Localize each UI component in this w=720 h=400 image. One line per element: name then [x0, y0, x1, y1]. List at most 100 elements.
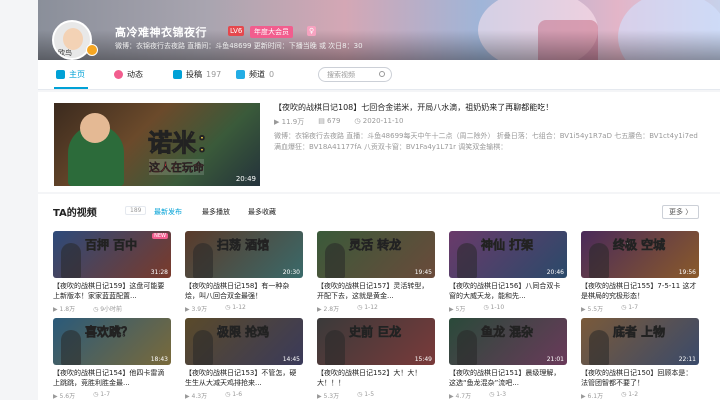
videos-section: TA的视频 189 最新发布 最多播放 最多收藏 更多 〉 百押 百中 NEW 31…: [38, 194, 720, 400]
duration-label: 22:11: [678, 356, 696, 363]
video-title[interactable]: 【夜吹的战棋日记153】不管怎，硬生生从大减天鸡排抢来...: [185, 368, 303, 388]
thumbnail-caption: 神仙 打架: [481, 238, 534, 252]
section-title: TA的视频: [53, 208, 97, 219]
duration-label: 19:45: [414, 269, 432, 276]
video-card[interactable]: 神仙 打架 20:46 【夜吹的战棋日记156】八同合双卡窗的大威天龙，能和先...…: [449, 231, 567, 313]
view-count: ▶ 4.7万: [449, 393, 472, 400]
video-title[interactable]: 【夜吹的战棋日记159】这盘可能要上新版本！家家蓝蓝配置...: [53, 281, 171, 301]
video-title[interactable]: 【夜吹的战棋日记152】大！大！大！！！: [317, 368, 435, 388]
video-card[interactable]: 灵活 转龙 19:45 【夜吹的战棋日记157】灵活转型，开配下去，这就是黄金...…: [317, 231, 435, 313]
view-count: ▶ 5.3万: [317, 393, 340, 400]
avatar-text: 欧鸟: [58, 49, 72, 57]
view-count: ▶ 5.5万: [581, 306, 604, 313]
duration-label: 20:49: [235, 175, 256, 183]
tab-home[interactable]: 主页: [56, 69, 85, 80]
video-title[interactable]: 【夜吹的战棋日记150】回顾本是：法管团智都不要了！: [581, 368, 699, 388]
space-nav: 主页 动态 投稿 197 频道 0 搜索视频: [38, 60, 720, 90]
video-thumbnail[interactable]: 终极 空城 19:56: [581, 231, 699, 278]
publish-date: ◷ 1-7: [93, 391, 111, 398]
video-thumbnail[interactable]: 灵活 转龙 19:45: [317, 231, 435, 278]
publish-date: ◷ 1-10: [483, 304, 505, 311]
publish-date: ◷ 2020-11-10: [354, 117, 404, 125]
video-title[interactable]: 【夜吹的战棋日记155】7-5-11 这才是棋局的究极形态！: [581, 281, 699, 301]
sort-latest[interactable]: 最新发布: [154, 207, 182, 217]
thumbnail-caption: 史前 巨龙: [349, 325, 402, 339]
view-count: ▶ 5.6万: [53, 393, 76, 400]
publish-date: ◷ 1-7: [621, 304, 639, 311]
new-badge: NEW: [152, 233, 168, 239]
video-card[interactable]: 终极 空城 19:56 【夜吹的战棋日记155】7-5-11 这才是棋局的究极形态！…: [581, 231, 699, 313]
video-card[interactable]: 史前 巨龙 15:49 【夜吹的战棋日记152】大！大！大！！！ ▶ 5.3万 ◷ 1-…: [317, 318, 435, 400]
thumbnail-caption: 扫荡 酒馆: [217, 238, 270, 252]
view-count: ▶ 11.9万: [274, 118, 305, 126]
channel-icon: [236, 70, 245, 79]
video-meta: ▶ 5.3万 ◷ 1-5: [317, 391, 374, 400]
video-card[interactable]: 百押 百中 NEW 31:28 【夜吹的战棋日记159】这盘可能要上新版本！家家蓝蓝配…: [53, 231, 171, 313]
video-card[interactable]: 极限 抢鸡 14:45 【夜吹的战棋日记153】不管怎，硬生生从大减天鸡排抢来...…: [185, 318, 303, 400]
level-badge: LV6: [228, 26, 245, 36]
publish-date: ◷ 1-2: [621, 391, 639, 398]
video-meta: ▶ 3.9万 ◷ 1-12: [185, 304, 246, 313]
publish-date: ◷ 9小时前: [93, 306, 123, 313]
video-meta: ▶ 5.5万 ◷ 1-7: [581, 304, 638, 313]
video-title[interactable]: 【夜吹的战棋日记158】有一种杂烩，叫八回合双金最强！: [185, 281, 303, 301]
video-thumbnail[interactable]: 底者 上物 22:11: [581, 318, 699, 365]
duration-label: 20:30: [282, 269, 300, 276]
dynamic-icon: [114, 70, 123, 79]
video-meta: ▶ 4.3万 ◷ 1-6: [185, 391, 242, 400]
video-thumbnail[interactable]: 史前 巨龙 15:49: [317, 318, 435, 365]
duration-label: 15:49: [414, 356, 432, 363]
view-count: ▶ 4.3万: [185, 393, 208, 400]
tab-dynamic[interactable]: 动态: [114, 69, 143, 80]
more-button[interactable]: 更多 〉: [662, 205, 700, 219]
verified-badge-icon: [86, 44, 98, 56]
publish-date: ◷ 1-3: [489, 391, 507, 398]
featured-title[interactable]: 【夜吹的战棋日记108】七回合金诺米，开局八水滴，祖奶奶来了再聊都能吃！: [274, 102, 553, 113]
upload-icon: [173, 70, 182, 79]
video-card[interactable]: 底者 上物 22:11 【夜吹的战棋日记150】回顾本是：法管团智都不要了！ ▶ 6.…: [581, 318, 699, 400]
featured-description: 微博：衣锦夜行去夜路 直播：斗鱼48699每天中午十二点（周二除外） 折叠日落：…: [274, 132, 698, 151]
active-tab-indicator: [54, 87, 88, 89]
thumbnail-caption: 鱼龙 混杂: [481, 325, 534, 339]
thumbnail-caption: 灵活 转龙: [349, 238, 402, 252]
view-count: ▶ 1.8万: [53, 306, 76, 313]
video-title[interactable]: 【夜吹的战棋日记157】灵活转型，开配下去，这就是黄金...: [317, 281, 435, 301]
search-icon[interactable]: [379, 71, 385, 77]
view-count: ▶ 3.9万: [185, 306, 208, 313]
sort-most-favorited[interactable]: 最多收藏: [248, 207, 276, 217]
user-signature: 微博：衣锦夜行去夜路 直播间：斗鱼48699 更新时间：下播当晚 或 次日8：3…: [115, 42, 363, 50]
video-thumbnail[interactable]: 鱼龙 混杂 21:01: [449, 318, 567, 365]
publish-date: ◷ 1-12: [225, 304, 246, 311]
video-title[interactable]: 【夜吹的战棋日记156】八同合双卡窗的大威天龙，能和先...: [449, 281, 567, 301]
search-input[interactable]: 搜索视频: [318, 67, 392, 82]
video-thumbnail[interactable]: 扫荡 酒馆 20:30: [185, 231, 303, 278]
danmaku-count: ▤ 679: [318, 117, 341, 125]
duration-label: 18:43: [150, 356, 168, 363]
view-count: ▶ 2.8万: [317, 306, 340, 313]
publish-date: ◷ 1-5: [357, 391, 375, 398]
home-icon: [56, 70, 65, 79]
avatar[interactable]: 欧鸟: [52, 20, 92, 60]
tab-uploads[interactable]: 投稿 197: [173, 69, 221, 80]
thumbnail-caption: 终极 空城: [613, 238, 666, 252]
thumbnail-caption: 极限 抢鸡: [217, 325, 270, 339]
video-thumbnail[interactable]: 神仙 打架 20:46: [449, 231, 567, 278]
duration-label: 20:46: [546, 269, 564, 276]
video-thumbnail[interactable]: 极限 抢鸡 14:45: [185, 318, 303, 365]
video-thumbnail[interactable]: 百押 百中 NEW 31:28: [53, 231, 171, 278]
video-card[interactable]: 喜欢跳？ 18:43 【夜吹的战棋日记154】他四卡雷滴上跳跳，竞胜利胜金最... ▶…: [53, 318, 171, 400]
sort-most-played[interactable]: 最多播放: [202, 207, 230, 217]
video-card[interactable]: 扫荡 酒馆 20:30 【夜吹的战棋日记158】有一种杂烩，叫八回合双金最强！ ▶ 3…: [185, 231, 303, 313]
vip-badge[interactable]: 年度大会员: [250, 26, 293, 38]
featured-thumbnail[interactable]: 诺米： 这人在玩命 20:49: [54, 103, 260, 186]
video-title[interactable]: 【夜吹的战棋日记151】晨级理解，这选“鱼龙混杂”流吧...: [449, 368, 567, 388]
tab-channel[interactable]: 频道 0: [236, 69, 274, 80]
video-thumbnail[interactable]: 喜欢跳？ 18:43: [53, 318, 171, 365]
video-meta: ▶ 6.1万 ◷ 1-2: [581, 391, 638, 400]
video-title[interactable]: 【夜吹的战棋日记154】他四卡雷滴上跳跳，竞胜利胜金最...: [53, 368, 171, 388]
publish-date: ◷ 1-6: [225, 391, 243, 398]
video-card[interactable]: 鱼龙 混杂 21:01 【夜吹的战棋日记151】晨级理解，这选“鱼龙混杂”流吧...…: [449, 318, 567, 400]
featured-meta: ▶ 11.9万 ▤ 679 ◷ 2020-11-10: [274, 117, 403, 127]
duration-label: 14:45: [282, 356, 300, 363]
gender-icon: ♀: [307, 26, 317, 36]
